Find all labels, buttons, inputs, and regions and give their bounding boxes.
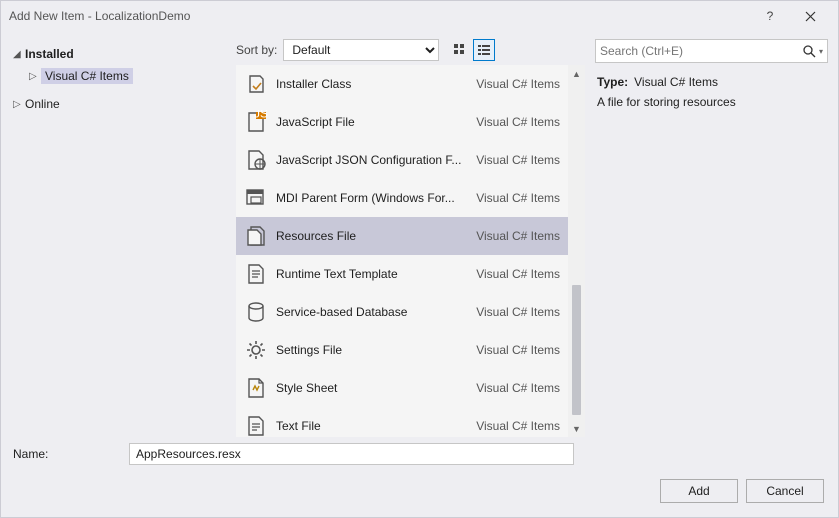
template-item[interactable]: MDI Parent Form (Windows For... Visual C… xyxy=(236,179,568,217)
settings-icon xyxy=(244,338,268,362)
search-icon[interactable] xyxy=(802,44,816,58)
detail-description: A file for storing resources xyxy=(595,95,828,109)
center-pane: Sort by: Default Installer Class Visual … xyxy=(236,39,585,437)
expand-icon: ▷ xyxy=(13,99,25,110)
name-row: Name: xyxy=(1,437,838,469)
template-item[interactable]: JS JavaScript File Visual C# Items xyxy=(236,103,568,141)
template-tree: ◢ Installed ▷ Visual C# Items ▷ Online xyxy=(11,39,236,437)
close-icon xyxy=(805,11,816,22)
tree-csharp-items[interactable]: ▷ Visual C# Items xyxy=(11,65,226,87)
details-pane: ▾ Type: Visual C# Items A file for stori… xyxy=(585,39,828,437)
template-item[interactable]: Text File Visual C# Items xyxy=(236,407,568,437)
scroll-thumb[interactable] xyxy=(572,285,581,415)
titlebar: Add New Item - LocalizationDemo ? xyxy=(1,1,838,31)
dialog-buttons: Add Cancel xyxy=(1,469,838,517)
view-toggle xyxy=(449,39,495,61)
tree-online[interactable]: ▷ Online xyxy=(11,93,226,115)
name-label: Name: xyxy=(13,447,117,461)
template-item[interactable]: Settings File Visual C# Items xyxy=(236,331,568,369)
main-area: ◢ Installed ▷ Visual C# Items ▷ Online S… xyxy=(1,31,838,437)
template-item[interactable]: JavaScript JSON Configuration F... Visua… xyxy=(236,141,568,179)
database-icon xyxy=(244,300,268,324)
svg-text:JS: JS xyxy=(254,110,268,121)
cancel-button[interactable]: Cancel xyxy=(746,479,824,503)
grid-small-icon xyxy=(453,43,467,57)
template-item[interactable]: Runtime Text Template Visual C# Items xyxy=(236,255,568,293)
help-button[interactable]: ? xyxy=(750,1,790,31)
template-item[interactable]: Service-based Database Visual C# Items xyxy=(236,293,568,331)
template-item-selected[interactable]: Resources File Visual C# Items xyxy=(236,217,568,255)
text-file-icon xyxy=(244,414,268,437)
scroll-down-icon[interactable]: ▼ xyxy=(568,420,585,437)
close-button[interactable] xyxy=(790,1,830,31)
tree-installed[interactable]: ◢ Installed xyxy=(11,43,226,65)
search-input[interactable] xyxy=(600,44,802,58)
template-list[interactable]: Installer Class Visual C# Items JS JavaS… xyxy=(236,65,585,437)
expand-icon: ▷ xyxy=(29,71,41,82)
sort-bar: Sort by: Default xyxy=(236,39,585,61)
add-button[interactable]: Add xyxy=(660,479,738,503)
template-item[interactable]: Style Sheet Visual C# Items xyxy=(236,369,568,407)
view-list[interactable] xyxy=(473,39,495,61)
list-icon xyxy=(477,43,491,57)
window-title: Add New Item - LocalizationDemo xyxy=(9,9,750,23)
mdi-form-icon xyxy=(244,186,268,210)
sort-dropdown[interactable]: Default xyxy=(283,39,439,61)
json-config-icon xyxy=(244,148,268,172)
scrollbar[interactable]: ▲ ▼ xyxy=(568,65,585,437)
installer-class-icon xyxy=(244,72,268,96)
collapse-icon: ◢ xyxy=(13,49,25,60)
resources-file-icon xyxy=(244,224,268,248)
name-input[interactable] xyxy=(129,443,574,465)
view-small-icons[interactable] xyxy=(449,39,471,61)
template-item[interactable]: Installer Class Visual C# Items xyxy=(236,65,568,103)
search-box[interactable]: ▾ xyxy=(595,39,828,63)
search-dropdown-icon[interactable]: ▾ xyxy=(819,47,823,56)
stylesheet-icon xyxy=(244,376,268,400)
sort-label: Sort by: xyxy=(236,43,277,57)
template-list-wrap: Installer Class Visual C# Items JS JavaS… xyxy=(236,65,585,437)
javascript-file-icon: JS xyxy=(244,110,268,134)
detail-type: Type: Visual C# Items xyxy=(595,75,828,89)
scroll-up-icon[interactable]: ▲ xyxy=(568,65,585,82)
text-template-icon xyxy=(244,262,268,286)
